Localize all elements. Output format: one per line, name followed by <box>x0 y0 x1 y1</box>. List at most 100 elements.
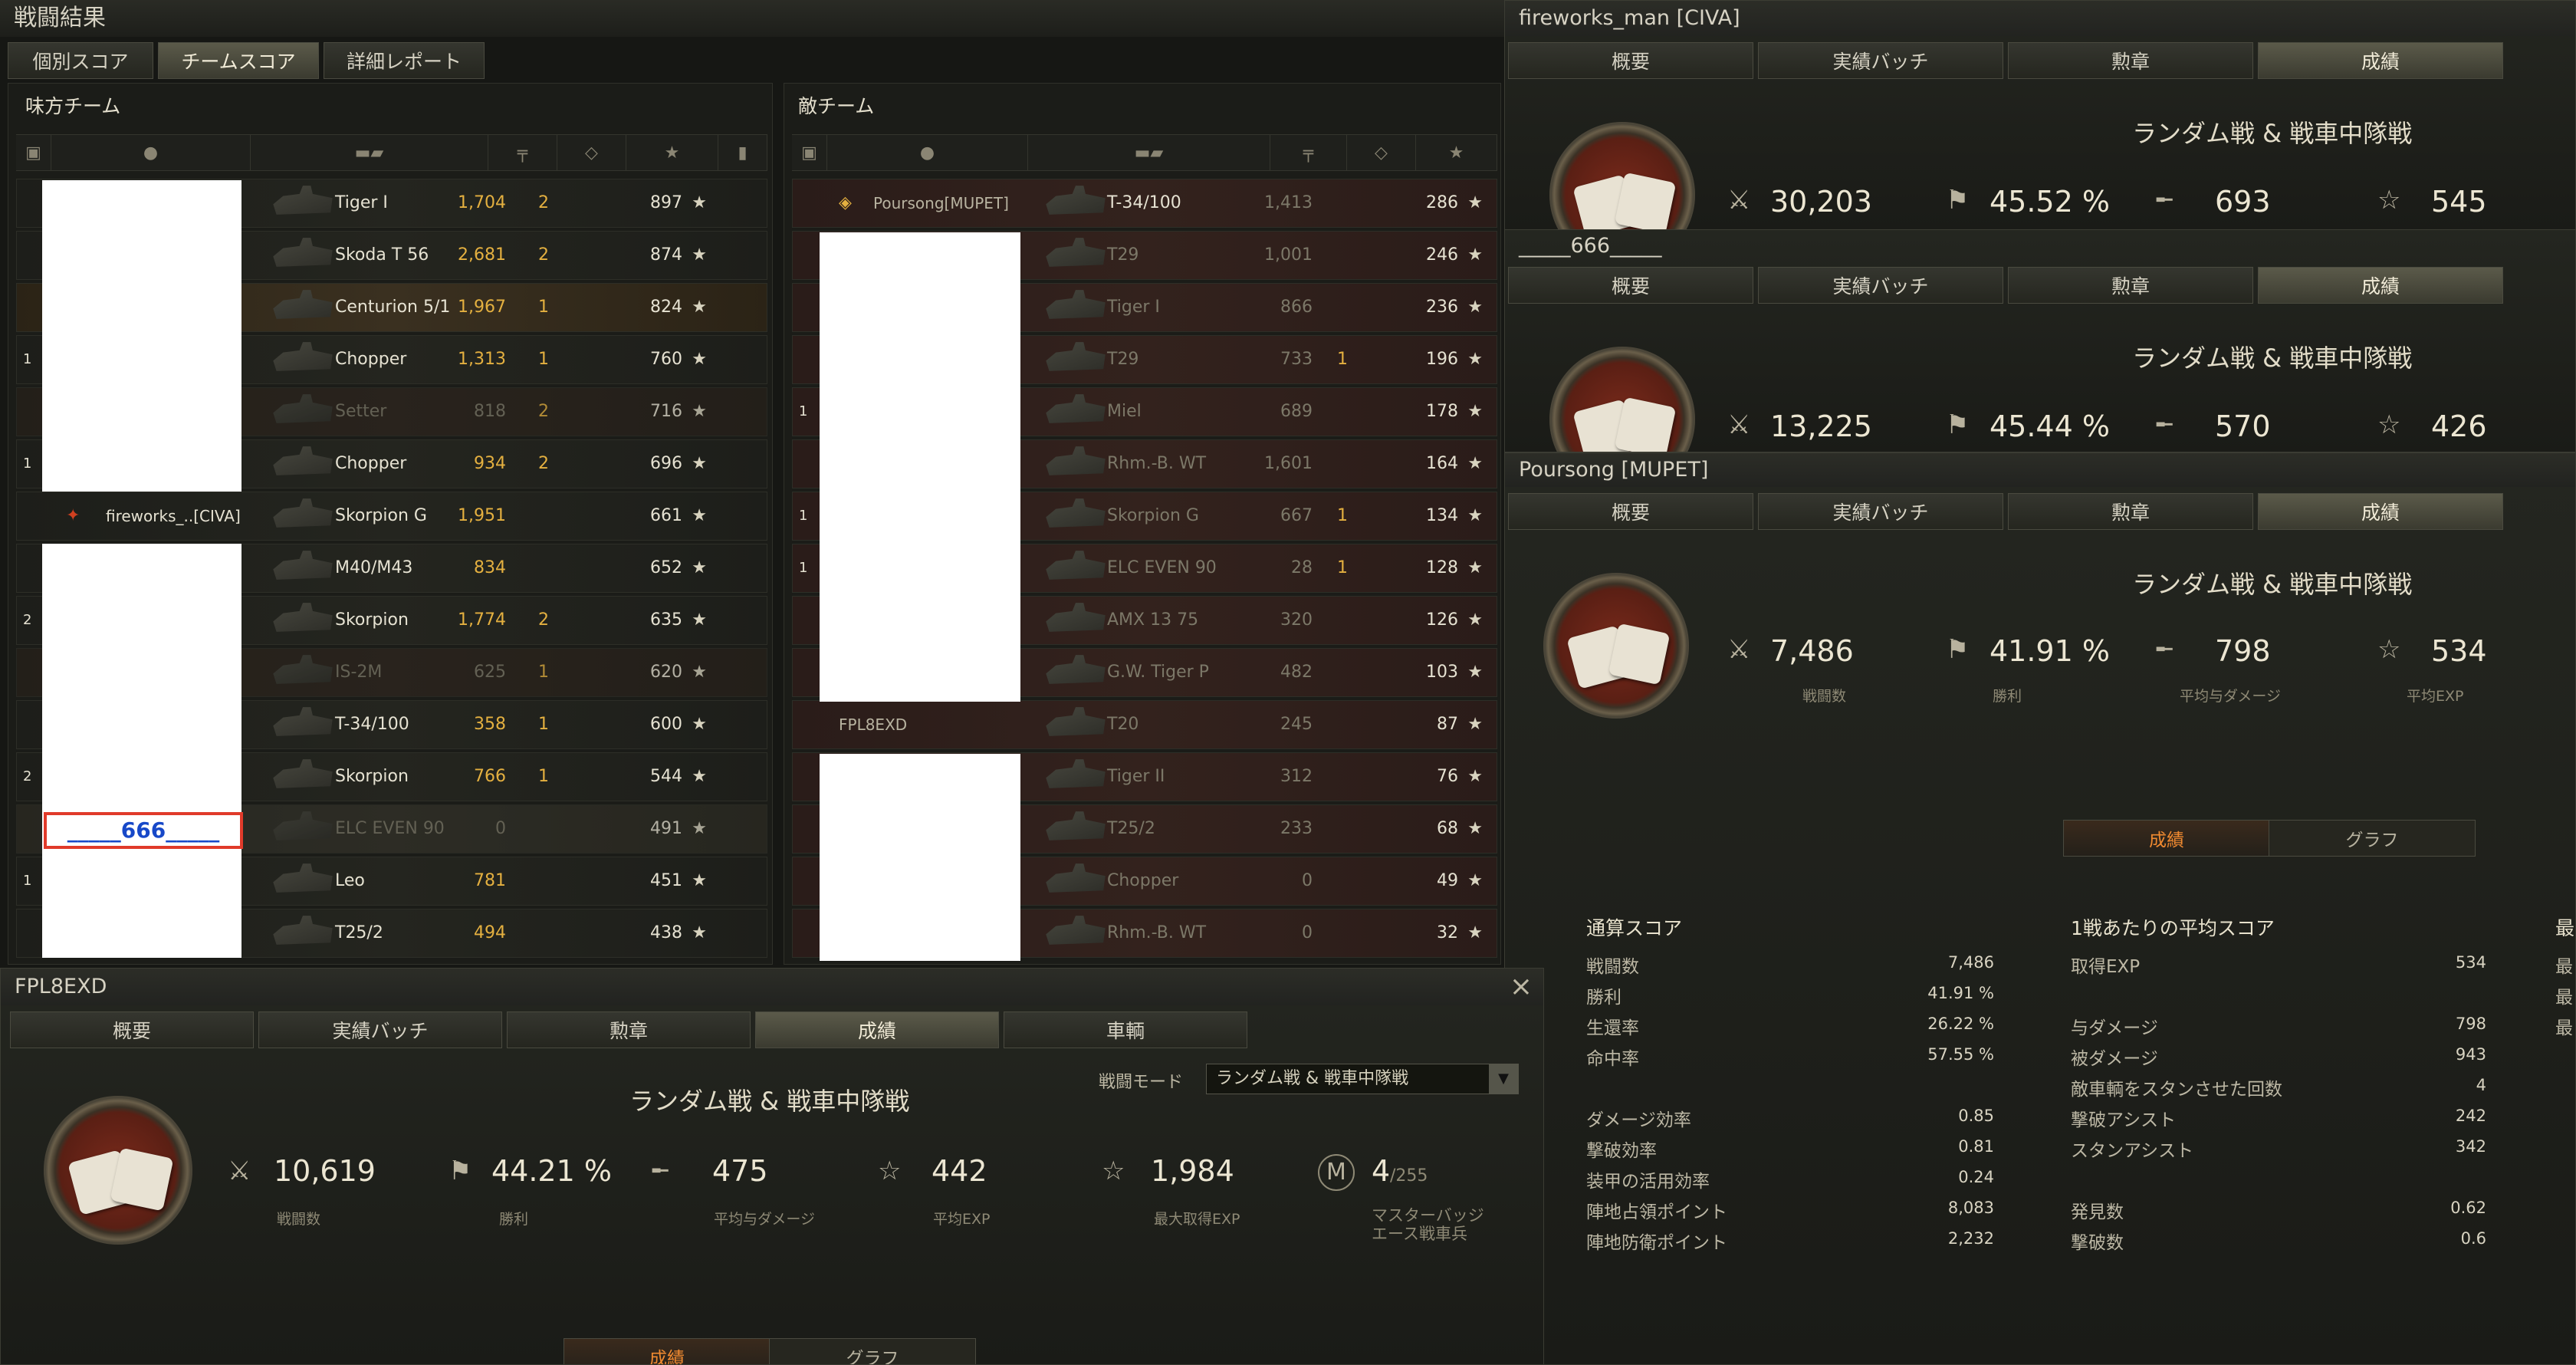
tab-overview[interactable]: 概要 <box>1508 267 1753 304</box>
ally-team-title: 味方チーム <box>25 95 121 117</box>
star-icon: ★ <box>692 454 707 473</box>
max-score-heading: 最 <box>2555 917 2575 939</box>
clan-emblem-icon: ✦ <box>66 506 80 525</box>
stat-label: 被ダメージ <box>2071 1049 2158 1069</box>
chevron-down-icon[interactable]: ▼ <box>1489 1064 1518 1094</box>
star-icon: ★ <box>1467 610 1483 630</box>
avg-damage-value: 570 <box>2215 410 2271 443</box>
exp-column-icon[interactable]: ★ <box>626 135 718 170</box>
star-icon: ★ <box>1467 402 1483 421</box>
stat-value: 0.6 <box>2460 1229 2486 1248</box>
subtab-graph[interactable]: グラフ <box>769 1338 976 1364</box>
profile-window-666: _____666_____ 概要 実績バッチ 勲章 成績 ランダム戦 & 戦車中… <box>1504 230 2576 452</box>
tab-achievements[interactable]: 実績バッチ <box>1758 42 2003 79</box>
subtab-records[interactable]: 成績 <box>2063 820 2270 857</box>
tab-records[interactable]: 成績 <box>2258 42 2503 79</box>
medal-column-icon[interactable]: ▮ <box>718 135 767 170</box>
subtab-graph[interactable]: グラフ <box>2269 820 2476 857</box>
highlighted-player-name[interactable]: _____666_____ <box>44 812 243 849</box>
platoon-badge: 2 <box>23 768 32 784</box>
star-icon: ★ <box>1467 245 1483 265</box>
platoon-badge: 2 <box>23 612 32 628</box>
star-icon: ★ <box>692 923 707 942</box>
tab-detailed-report[interactable]: 詳細レポート <box>324 42 485 79</box>
stat-label: 最 <box>2555 988 2573 1008</box>
tab-team-score[interactable]: チームスコア <box>158 42 319 79</box>
stat-label: 命中率 <box>1586 1049 1639 1069</box>
player-name: fireworks_..[CIVA] <box>106 507 241 525</box>
tab-achievements[interactable]: 実績バッチ <box>1758 493 2003 530</box>
wins-flag-icon: ⚑ <box>1946 410 1970 440</box>
redacted-names-block <box>42 544 242 958</box>
avg-exp-label: 平均EXP <box>933 1211 991 1228</box>
random-battle-medal-icon <box>44 1096 192 1245</box>
stat-value: 0.81 <box>1958 1137 1994 1156</box>
stat-label: ダメージ効率 <box>1586 1110 1691 1130</box>
stat-label: 生還率 <box>1586 1018 1639 1038</box>
wins-flag-icon: ⚑ <box>1946 185 1970 215</box>
exp-column-icon[interactable]: ★ <box>1416 135 1497 170</box>
tab-medals[interactable]: 勲章 <box>2008 267 2253 304</box>
tab-overview[interactable]: 概要 <box>10 1011 254 1048</box>
ally-row[interactable]: ✦ fireworks_..[CIVA] Skorpion G 1,951 661 ★ <box>16 492 767 541</box>
redacted-names-block <box>820 754 1020 961</box>
star-icon: ★ <box>692 819 707 838</box>
tab-achievements[interactable]: 実績バッチ <box>1758 267 2003 304</box>
star-icon: ★ <box>692 767 707 786</box>
enemy-row[interactable]: ◈ Poursong[MUPET] T-34/100 1,413 286 ★ <box>792 179 1497 228</box>
avg-damage-label: 平均与ダメージ <box>714 1211 816 1228</box>
tab-medals[interactable]: 勲章 <box>507 1011 751 1048</box>
tab-achievements[interactable]: 実績バッチ <box>258 1011 502 1048</box>
stat-label: 撃破数 <box>2071 1233 2124 1253</box>
stat-label: スタンアシスト <box>2071 1141 2194 1161</box>
random-battle-medal-icon <box>1549 122 1695 229</box>
battle-mode-select-value: ランダム戦 & 戦車中隊戦 <box>1216 1069 1409 1088</box>
subtab-records[interactable]: 成績 <box>564 1338 770 1364</box>
wins-flag-icon: ⚑ <box>449 1156 472 1186</box>
tab-individual-score[interactable]: 個別スコア <box>8 42 153 79</box>
tab-overview[interactable]: 概要 <box>1508 493 1753 530</box>
close-icon[interactable]: × <box>1510 972 1533 1002</box>
stat-value: 4 <box>2476 1076 2486 1094</box>
tab-overview[interactable]: 概要 <box>1508 42 1753 79</box>
player-column-icon[interactable]: ● <box>51 135 251 170</box>
tab-vehicles[interactable]: 車輌 <box>1004 1011 1247 1048</box>
tab-medals[interactable]: 勲章 <box>2008 42 2253 79</box>
kills-column-icon[interactable]: ◇ <box>1347 135 1416 170</box>
stat-value: 0.24 <box>1958 1168 1994 1186</box>
battles-label: 戦闘数 <box>277 1211 321 1228</box>
tab-medals[interactable]: 勲章 <box>2008 493 2253 530</box>
profile-name: Poursong [MUPET] <box>1505 453 2575 487</box>
tank-column-icon[interactable]: ▬▰ <box>251 135 488 170</box>
ally-team-panel: 味方チーム ▣ ● ▬▰ ╤ ◇ ★ ▮ Tiger I 1,704 2 897 ★ S… <box>8 83 773 965</box>
star-icon: ★ <box>692 193 707 212</box>
stat-value: 242 <box>2455 1107 2486 1125</box>
platoon-column-icon[interactable]: ▣ <box>16 135 51 170</box>
stat-value: 534 <box>2455 953 2486 972</box>
platoon-column-icon[interactable]: ▣ <box>792 135 827 170</box>
star-icon: ★ <box>1467 454 1483 473</box>
damage-icon: ╾ <box>2157 410 2173 440</box>
tab-records[interactable]: 成績 <box>755 1011 999 1048</box>
avg-exp-value: 426 <box>2431 410 2487 443</box>
tab-records[interactable]: 成績 <box>2258 493 2503 530</box>
battles-icon: ⚔ <box>1727 634 1751 665</box>
avg-damage-value: 798 <box>2215 634 2271 668</box>
avg-score-heading: 1戦あたりの平均スコア <box>2071 917 2275 939</box>
avg-damage-value: 693 <box>2215 185 2271 219</box>
tab-records[interactable]: 成績 <box>2258 267 2503 304</box>
avg-exp-value: 545 <box>2431 185 2487 219</box>
random-battle-medal-icon <box>1549 347 1695 452</box>
battle-mode-select[interactable]: ランダム戦 & 戦車中隊戦 ▼ <box>1206 1064 1519 1094</box>
stat-value: 41.91 % <box>1927 984 1994 1002</box>
tank-column-icon[interactable]: ▬▰ <box>1028 135 1270 170</box>
stat-value: 0.85 <box>1958 1107 1994 1125</box>
enemy-row[interactable]: FPL8EXD T20 245 87 ★ <box>792 700 1497 749</box>
kills-column-icon[interactable]: ◇ <box>557 135 626 170</box>
battle-results-title: 戦闘結果 <box>0 0 1504 37</box>
player-column-icon[interactable]: ● <box>827 135 1028 170</box>
damage-column-icon[interactable]: ╤ <box>488 135 557 170</box>
enemy-team-title: 敵チーム <box>798 95 875 117</box>
wins-value: 41.91 % <box>1990 634 2110 668</box>
damage-column-icon[interactable]: ╤ <box>1270 135 1347 170</box>
